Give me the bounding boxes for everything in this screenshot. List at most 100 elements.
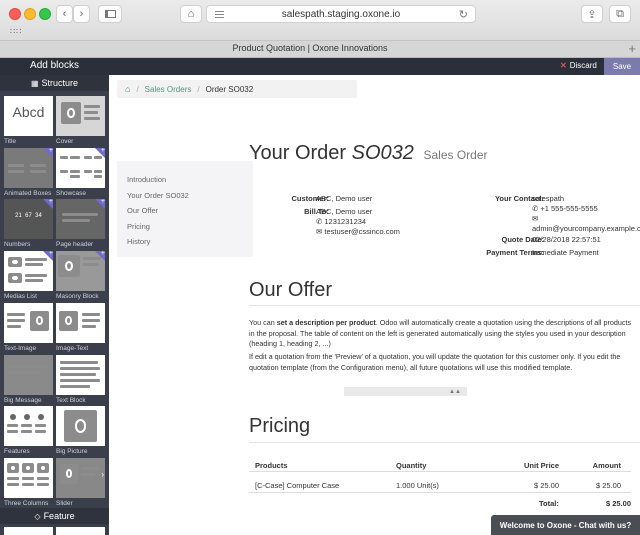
image-icon xyxy=(60,463,78,484)
text-line-icon xyxy=(8,163,24,167)
text-line-icon xyxy=(82,318,100,322)
new-badge-icon xyxy=(95,147,105,158)
text-line-icon xyxy=(7,476,19,480)
block-features[interactable]: Features xyxy=(4,406,53,456)
text-line-icon xyxy=(60,372,96,376)
contact-name: salespath xyxy=(532,194,565,203)
block-thumbnail[interactable] xyxy=(4,457,53,498)
block-label: Text-Image xyxy=(4,344,37,352)
block-showcase[interactable]: Showcase xyxy=(56,147,105,198)
toc-item-your-order[interactable]: Your Order SO032 xyxy=(117,188,253,204)
block-numbers[interactable]: 21 67 34 Numbers xyxy=(4,199,53,249)
col-amount: Amount xyxy=(592,461,621,470)
tab-bar: Product Quotation | Oxone Innovations + xyxy=(0,41,640,58)
block-thumbnail[interactable] xyxy=(56,96,105,136)
block-thumbnail[interactable] xyxy=(4,251,53,292)
text-line-icon xyxy=(21,430,32,434)
share-button[interactable]: ⇪ xyxy=(581,5,603,23)
block-label: Numbers xyxy=(4,241,31,249)
block-thumbnail[interactable] xyxy=(56,406,105,447)
back-button[interactable]: ‹ xyxy=(56,5,73,23)
chat-widget[interactable]: Welcome to Oxone - Chat with us? xyxy=(491,515,640,535)
grid-icon[interactable]: ∷∷ xyxy=(10,28,22,36)
text-line-icon xyxy=(21,424,32,428)
block-medias[interactable]: Medias List xyxy=(4,251,53,301)
contact-email[interactable]: admin@yourcompany.example.com xyxy=(532,224,640,233)
forward-button[interactable]: › xyxy=(73,5,90,23)
new-badge-icon xyxy=(95,251,105,262)
block-thumbnail[interactable] xyxy=(56,302,105,343)
block-thumbnail[interactable] xyxy=(4,406,53,447)
block-label: Big Message xyxy=(4,396,42,404)
block-thumbnail[interactable] xyxy=(56,199,105,240)
discard-button[interactable]: ✕ Discard xyxy=(560,61,597,70)
home-icon[interactable]: ⌂ xyxy=(125,84,130,94)
text-line-icon xyxy=(25,274,47,278)
structure-label: Structure xyxy=(41,78,79,88)
block-bigmsg[interactable]: Big Message xyxy=(4,354,53,405)
block-thumbnail-partial[interactable] xyxy=(4,527,53,535)
text-line-icon xyxy=(62,219,90,223)
block-thumbnail[interactable] xyxy=(4,147,53,188)
address-bar[interactable]: salespath.staging.oxone.io ↻ xyxy=(206,5,476,23)
block-imagetext[interactable]: Image-Text xyxy=(56,302,105,353)
block-cover[interactable]: Cover xyxy=(56,96,105,146)
toc-item-history[interactable]: History xyxy=(117,234,253,250)
col-products: Products xyxy=(255,461,288,470)
text-line-icon xyxy=(62,213,98,217)
block-thumbnail[interactable] xyxy=(56,251,105,292)
image-icon xyxy=(61,102,81,124)
block-thumbnail[interactable]: Abcd xyxy=(4,96,53,136)
block-thumbnail-partial[interactable] xyxy=(56,527,105,535)
block-thumbnail[interactable]: › xyxy=(56,457,105,498)
text-line-icon xyxy=(37,476,49,480)
block-textblock[interactable]: Text Block xyxy=(56,354,105,405)
text-line-icon xyxy=(83,263,99,267)
tab-title[interactable]: Product Quotation | Oxone Innovations xyxy=(0,43,620,53)
url-text: salespath.staging.oxone.io xyxy=(281,8,401,20)
text-line-icon xyxy=(70,174,80,178)
block-thumbnail[interactable] xyxy=(4,354,53,395)
block-threecol[interactable]: Three Columns xyxy=(4,457,53,508)
image-icon xyxy=(7,462,19,473)
block-label: Masonry Block xyxy=(56,293,99,301)
tabs-overview-button[interactable]: ⧉ xyxy=(609,5,631,23)
sidebar-toggle-button[interactable] xyxy=(98,5,122,23)
payment-terms-label: Payment Terms: xyxy=(486,248,544,257)
image-icon: ▲▲ xyxy=(449,389,461,395)
block-bigpic[interactable]: Big Picture xyxy=(56,406,105,456)
image-icon xyxy=(58,255,80,278)
chevron-left-icon: ‹ xyxy=(62,8,67,20)
block-boxes[interactable]: Animated Boxes xyxy=(4,147,53,198)
toc-item-introduction[interactable]: Introduction xyxy=(117,172,253,188)
reload-icon[interactable]: ↻ xyxy=(459,8,468,21)
close-window-button[interactable] xyxy=(9,8,21,20)
add-blocks-title: Add blocks xyxy=(30,60,79,71)
block-thumbnail[interactable] xyxy=(56,147,105,188)
text-line-icon xyxy=(84,117,100,120)
row-unit-price: $ 25.00 xyxy=(533,481,559,490)
toc-item-our-offer[interactable]: Our Offer xyxy=(117,203,253,219)
toc-item-pricing[interactable]: Pricing xyxy=(117,219,253,235)
text-line-icon xyxy=(25,279,43,283)
minimize-window-button[interactable] xyxy=(24,8,36,20)
new-tab-button[interactable]: + xyxy=(628,41,636,56)
block-title[interactable]: Abcd Title xyxy=(4,96,53,146)
block-thumbnail[interactable] xyxy=(56,354,105,395)
block-label: Cover xyxy=(56,138,74,145)
block-label: Showcase xyxy=(56,189,86,197)
block-header[interactable]: Page header xyxy=(56,199,105,249)
breadcrumb-sales-orders[interactable]: Sales Orders xyxy=(145,85,192,94)
image-icon xyxy=(64,410,97,443)
save-button[interactable]: Save xyxy=(604,58,640,75)
block-thumbnail[interactable]: 21 67 34 xyxy=(4,199,53,240)
block-masonry[interactable]: Masonry Block xyxy=(56,251,105,301)
text-line-icon xyxy=(7,482,19,486)
maximize-window-button[interactable] xyxy=(39,8,51,20)
text-line-icon xyxy=(7,430,18,434)
block-label: Animated Boxes xyxy=(4,189,52,197)
block-thumbnail[interactable] xyxy=(4,302,53,343)
block-slider[interactable]: › Slider xyxy=(56,457,105,508)
block-textimage[interactable]: Text-Image xyxy=(4,302,53,353)
home-button[interactable]: ⌂ xyxy=(180,5,202,23)
